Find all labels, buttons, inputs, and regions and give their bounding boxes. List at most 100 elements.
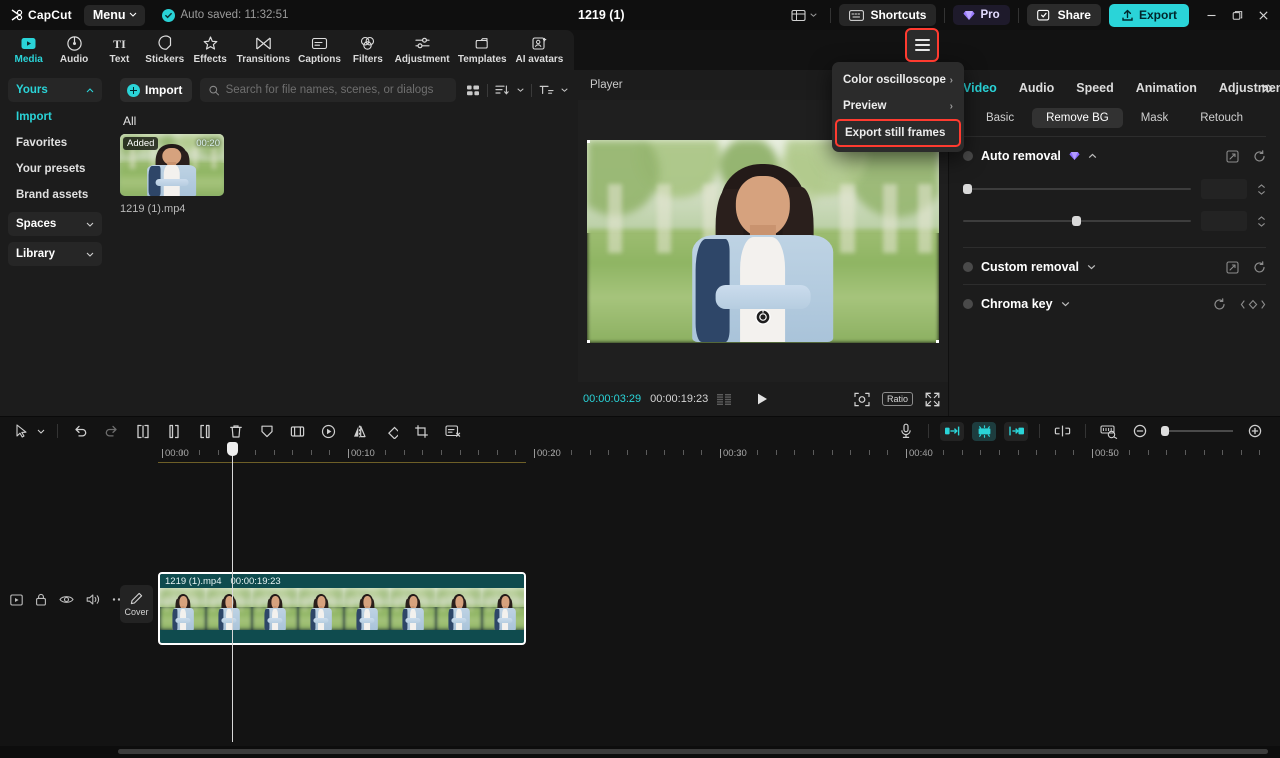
sidebar-item-import[interactable]: Import [8,104,102,130]
caption-remove-icon[interactable] [437,417,468,445]
zoom-in-icon[interactable] [1239,417,1270,445]
tabs-overflow-chevron-right-icon[interactable] [1260,83,1274,94]
chevron-down-icon[interactable] [517,88,524,92]
speed-icon[interactable] [313,417,344,445]
freeze-icon[interactable] [251,417,282,445]
eye-icon[interactable] [59,594,74,605]
lock-icon[interactable] [35,593,47,606]
menu-button[interactable]: Menu [84,5,145,26]
tab-audio[interactable]: Audio [1019,81,1054,95]
zoom-out-icon[interactable] [1124,417,1155,445]
sidebar-group-spaces[interactable]: Spaces [8,212,102,236]
sidebar-group-library[interactable]: Library [8,242,102,266]
zoom-slider[interactable] [1161,430,1233,432]
stepper-1[interactable] [1257,184,1266,195]
stepper-2[interactable] [1257,216,1266,227]
tool-tab-adjustment[interactable]: Adjustment [391,30,454,70]
keyframe-icon[interactable] [1226,261,1239,274]
tool-tab-filters[interactable]: Filters [345,30,390,70]
tool-tab-captions[interactable]: Captions [294,30,345,70]
media-item[interactable]: Added 00:20 1219 (1).mp4 [120,134,224,215]
tool-tab-ai-avatars[interactable]: AI avatars [511,30,568,70]
playhead[interactable] [232,450,233,742]
microphone-icon[interactable] [890,417,921,445]
menu-item-color-oscilloscope[interactable]: Color oscilloscope › [832,67,964,93]
reset-icon[interactable] [1213,298,1226,311]
section-custom-removal[interactable]: Custom removal [949,248,1280,284]
grid-view-icon[interactable] [466,84,480,97]
slider-value-1[interactable] [1201,179,1247,199]
keyframe-nav-icon[interactable] [1240,298,1266,311]
redo-icon[interactable] [96,417,127,445]
rotate-icon[interactable] [375,417,406,445]
rotate-handle-icon[interactable] [755,309,771,325]
auto-removal-slider-2[interactable] [949,205,1280,237]
tool-tab-stickers[interactable]: Stickers [142,30,187,70]
export-button[interactable]: Export [1109,4,1189,27]
trim-left-icon[interactable] [158,417,189,445]
tab-video[interactable]: Video [963,81,997,95]
zoom-slider-knob[interactable] [1161,426,1169,436]
cover-button[interactable]: Cover [120,585,153,623]
sub-tab-basic[interactable]: Basic [972,108,1028,128]
custom-removal-toggle[interactable] [963,262,973,272]
flip-icon[interactable] [344,417,375,445]
expand-chevron-down-icon[interactable] [1087,264,1096,270]
reset-icon[interactable] [1253,261,1266,274]
play-icon[interactable] [755,392,769,406]
auto-removal-toggle[interactable] [963,151,973,161]
tab-speed[interactable]: Speed [1076,81,1114,95]
track-icon[interactable] [10,594,23,606]
sub-tab-retouch[interactable]: Retouch [1186,108,1257,128]
player-menu-button[interactable] [905,28,939,62]
delete-icon[interactable] [220,417,251,445]
reset-icon[interactable] [1253,150,1266,163]
menu-item-preview[interactable]: Preview › [832,93,964,119]
tool-tab-templates[interactable]: Templates [454,30,511,70]
crop-icon[interactable] [406,417,437,445]
media-thumbnail[interactable]: Added 00:20 [120,134,224,196]
chroma-key-toggle[interactable] [963,299,973,309]
tool-tab-text[interactable]: TI Text [97,30,142,70]
mix-in-icon[interactable] [940,422,964,441]
sidebar-item-favorites[interactable]: Favorites [8,130,102,156]
timeline-ruler[interactable]: 00:0000:1000:2000:3000:4000:50 [0,445,1280,467]
tool-tab-transitions[interactable]: Transitions [233,30,294,70]
auto-removal-slider-1[interactable] [949,173,1280,205]
collapse-chevron-up-icon[interactable] [1088,153,1097,159]
sidebar-item-brand-assets[interactable]: Brand assets [8,182,102,208]
timeline-scrollbar[interactable] [118,749,1268,754]
tool-tab-audio[interactable]: Audio [51,30,96,70]
trim-right-icon[interactable] [189,417,220,445]
adsorb-icon[interactable] [1047,417,1078,445]
slider-track[interactable] [963,188,1191,190]
mirror-icon[interactable] [282,417,313,445]
playhead-knob[interactable] [227,442,238,456]
timeline-clip[interactable]: 1219 (1).mp4 00:00:19:23 [158,572,526,645]
chevron-down-icon[interactable] [561,88,568,92]
preview-axis-icon[interactable] [1093,417,1124,445]
slider-value-2[interactable] [1201,211,1247,231]
sub-tab-remove-bg[interactable]: Remove BG [1032,108,1123,128]
ratio-button[interactable]: Ratio [882,392,913,406]
speaker-icon[interactable] [86,593,100,606]
close-icon[interactable] [1250,2,1276,28]
fit-screen-icon[interactable] [854,392,870,407]
sidebar-item-your-presets[interactable]: Your presets [8,156,102,182]
restore-icon[interactable] [1224,2,1250,28]
slider-knob[interactable] [963,184,972,194]
select-tool-chevron-down-icon[interactable] [32,417,50,445]
tool-tab-media[interactable]: Media [6,30,51,70]
search-input[interactable] [226,84,448,96]
section-chroma-key[interactable]: Chroma key [949,285,1280,321]
section-auto-removal[interactable]: Auto removal [949,137,1280,173]
menu-item-export-still-frames[interactable]: Export still frames [835,119,961,147]
keyframe-icon[interactable] [1226,150,1239,163]
mix-both-icon[interactable] [972,422,996,441]
split-icon[interactable] [127,417,158,445]
undo-icon[interactable] [65,417,96,445]
slider-knob[interactable] [1072,216,1081,226]
pro-button[interactable]: Pro [953,5,1009,25]
sub-tab-mask[interactable]: Mask [1127,108,1182,128]
share-button[interactable]: Share [1027,4,1101,26]
